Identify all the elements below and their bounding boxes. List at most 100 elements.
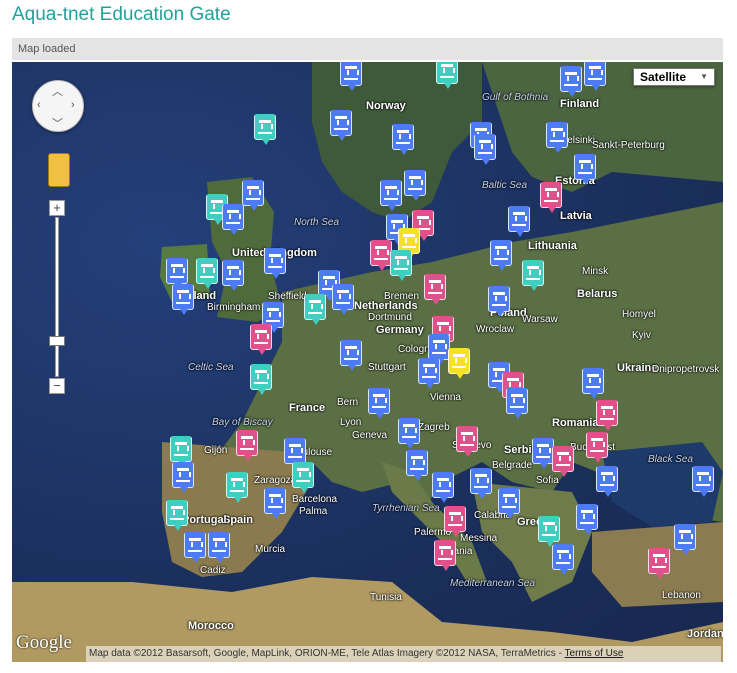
pan-down-icon[interactable]: ﹀	[52, 115, 63, 131]
pan-right-icon[interactable]: ›	[71, 99, 75, 111]
map-marker-university[interactable]	[332, 284, 354, 315]
map-marker-university[interactable]	[242, 180, 264, 211]
map-marker-school[interactable]	[436, 62, 458, 89]
map-marker-institute[interactable]	[596, 400, 618, 431]
map-marker-school[interactable]	[226, 472, 248, 503]
map-marker-university[interactable]	[692, 466, 714, 497]
map-marker-university[interactable]	[392, 124, 414, 155]
map-marker-school[interactable]	[254, 114, 276, 145]
map-marker-university[interactable]	[576, 504, 598, 535]
map-marker-university[interactable]	[552, 544, 574, 575]
map-marker-school[interactable]	[196, 258, 218, 289]
label-mediterranean-sea: Mediterranean Sea	[450, 578, 536, 589]
map-marker-university[interactable]	[166, 258, 188, 289]
map-marker-university[interactable]	[380, 180, 402, 211]
pan-up-icon[interactable]: ︿	[52, 83, 63, 99]
map-marker-university[interactable]	[368, 388, 390, 419]
map-marker-university[interactable]	[222, 204, 244, 235]
status-bar: Map loaded	[12, 38, 723, 60]
map-marker-school[interactable]	[250, 364, 272, 395]
map-marker-university[interactable]	[398, 418, 420, 449]
map-marker-university[interactable]	[582, 368, 604, 399]
chevron-down-icon: ▼	[700, 72, 708, 81]
map-marker-university[interactable]	[264, 248, 286, 279]
label-netherlands: Netherlands	[354, 300, 418, 312]
map-marker-institute[interactable]	[370, 240, 392, 271]
map-marker-university[interactable]	[490, 240, 512, 271]
pegman-streetview-icon[interactable]	[48, 153, 70, 187]
map-marker-university[interactable]	[432, 472, 454, 503]
google-logo: Google	[16, 632, 72, 653]
map-marker-institute[interactable]	[456, 426, 478, 457]
map-marker-school[interactable]	[166, 500, 188, 531]
map-marker-university[interactable]	[340, 340, 362, 371]
map-marker-university[interactable]	[284, 438, 306, 469]
map-marker-university[interactable]	[470, 468, 492, 499]
map-marker-school[interactable]	[390, 250, 412, 281]
map-marker-university[interactable]	[584, 62, 606, 91]
map-marker-university[interactable]	[184, 532, 206, 563]
map-marker-university[interactable]	[508, 206, 530, 237]
label-lithuania: Lithuania	[528, 240, 577, 252]
label-bay-biscay: Bay of Biscay	[212, 417, 273, 428]
label-belgrade: Belgrade	[492, 460, 533, 471]
map-marker-university[interactable]	[406, 450, 428, 481]
label-zagreb: Zagreb	[418, 422, 450, 433]
map-marker-university[interactable]	[506, 388, 528, 419]
label-dortmund: Dortmund	[368, 312, 412, 323]
label-tyrrhenian-sea: Tyrrhenian Sea	[372, 503, 440, 514]
label-vienna: Vienna	[430, 392, 461, 403]
map-marker-university[interactable]	[404, 170, 426, 201]
map-marker-institute[interactable]	[648, 548, 670, 579]
map-marker-university[interactable]	[498, 488, 520, 519]
map-marker-university[interactable]	[340, 62, 362, 91]
map-marker-university[interactable]	[596, 466, 618, 497]
map-marker-school[interactable]	[304, 294, 326, 325]
label-spain: Spain	[223, 514, 253, 526]
map-marker-university[interactable]	[488, 286, 510, 317]
map-marker-university[interactable]	[428, 334, 450, 365]
pan-left-icon[interactable]: ‹	[37, 99, 41, 111]
map-marker-university[interactable]	[546, 122, 568, 153]
map-marker-office[interactable]	[448, 348, 470, 379]
map-marker-university[interactable]	[172, 462, 194, 493]
map-marker-university[interactable]	[574, 154, 596, 185]
map-marker-institute[interactable]	[236, 430, 258, 461]
map-marker-institute[interactable]	[424, 274, 446, 305]
map-marker-university[interactable]	[222, 260, 244, 291]
terms-of-use-link[interactable]: Terms of Use	[565, 648, 624, 659]
map-marker-university[interactable]	[418, 358, 440, 389]
zoom-slider-thumb[interactable]	[49, 336, 65, 346]
map-marker-university[interactable]	[532, 438, 554, 469]
map-marker-university[interactable]	[330, 110, 352, 141]
label-bern: Bern	[337, 397, 359, 408]
map-marker-institute[interactable]	[586, 432, 608, 463]
map-marker-institute[interactable]	[540, 182, 562, 213]
label-barcelona: Barcelona	[292, 494, 338, 505]
map-marker-institute[interactable]	[552, 446, 574, 477]
pan-control[interactable]: ︿ ﹀ ‹ ›	[32, 80, 84, 132]
map-marker-university[interactable]	[264, 488, 286, 519]
map-marker-university[interactable]	[474, 134, 496, 165]
map-marker-school[interactable]	[538, 516, 560, 547]
map-marker-university[interactable]	[560, 66, 582, 97]
label-stuttgart: Stuttgart	[368, 362, 406, 373]
map-canvas[interactable]: Norway Finland Gulf of Bothnia Helsinki …	[12, 62, 723, 662]
map-marker-school[interactable]	[292, 462, 314, 493]
label-warsaw: Warsaw	[522, 314, 558, 325]
map-marker-institute[interactable]	[434, 540, 456, 571]
map-marker-institute[interactable]	[444, 506, 466, 537]
zoom-slider-track[interactable]	[55, 217, 59, 377]
map-marker-school[interactable]	[170, 436, 192, 467]
map-marker-institute[interactable]	[250, 324, 272, 355]
map-marker-school[interactable]	[522, 260, 544, 291]
zoom-in-button[interactable]: +	[49, 200, 65, 216]
label-cadiz: Cadiz	[200, 565, 226, 576]
zoom-out-button[interactable]: −	[49, 378, 65, 394]
map-marker-university[interactable]	[208, 532, 230, 563]
map-type-dropdown[interactable]: Satellite ▼	[633, 68, 715, 86]
label-lebanon: Lebanon	[662, 590, 701, 601]
map-marker-university[interactable]	[172, 284, 194, 315]
map-marker-university[interactable]	[674, 524, 696, 555]
label-wroclaw: Wroclaw	[476, 324, 515, 335]
